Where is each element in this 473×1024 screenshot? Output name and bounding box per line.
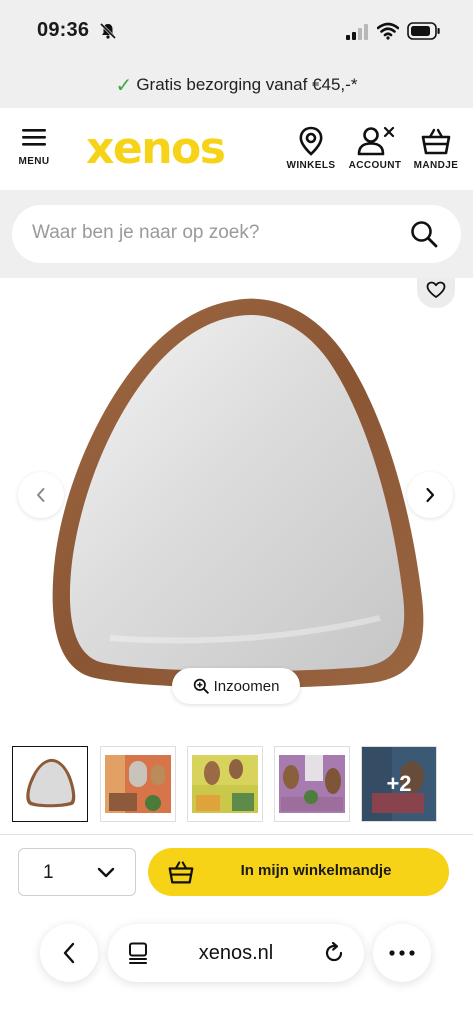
next-image-button[interactable] — [407, 472, 453, 518]
search-zone — [0, 190, 473, 278]
previous-image-button[interactable] — [18, 472, 64, 518]
status-time: 09:36 — [37, 19, 90, 41]
divider — [0, 834, 473, 835]
more-dots-icon — [389, 950, 415, 956]
basket-icon — [168, 861, 194, 884]
thumbnail-room-purple-image — [275, 747, 349, 821]
thumbnail-strip: +2 — [0, 730, 473, 834]
chevron-left-icon — [63, 942, 75, 964]
chevron-left-icon — [37, 488, 45, 502]
browser-more-button[interactable] — [373, 924, 431, 982]
thumbnail-room-orange-image — [101, 747, 175, 821]
search-input[interactable] — [32, 222, 392, 244]
thumbnail-room-yellow-image — [188, 747, 262, 821]
promo-banner: ✓ Gratis bezorging vanaf €45,-* — [0, 62, 473, 108]
zoom-button[interactable]: Inzoomen — [172, 668, 300, 704]
stores-button[interactable]: WINKELS — [284, 126, 338, 171]
browser-back-button[interactable] — [40, 924, 98, 982]
more-images-count: +2 — [362, 747, 436, 821]
product-image-mirror — [52, 298, 424, 688]
location-pin-icon — [299, 126, 323, 156]
promo-text: Gratis bezorging vanaf €45,-* — [136, 75, 358, 94]
checkmark-icon: ✓ — [115, 73, 133, 97]
wifi-icon — [377, 22, 399, 40]
xenos-logo[interactable]: xenos — [86, 124, 226, 174]
account-label: ACCOUNT — [348, 160, 402, 171]
thumbnail-mirror-image — [13, 747, 87, 821]
quantity-value: 1 — [43, 862, 54, 883]
thumbnail-2[interactable] — [100, 746, 176, 822]
signal-icon — [346, 24, 368, 40]
zoom-in-icon — [193, 678, 209, 694]
stores-label: WINKELS — [286, 160, 336, 171]
status-bar: 09:36 — [0, 0, 473, 62]
quantity-select[interactable]: 1 — [18, 848, 136, 896]
menu-label: MENU — [18, 156, 50, 167]
thumbnail-more[interactable]: +2 — [361, 746, 437, 822]
basket-icon — [421, 128, 451, 155]
zoom-label: Inzoomen — [213, 677, 280, 695]
chevron-right-icon — [426, 487, 435, 503]
thumbnail-3[interactable] — [187, 746, 263, 822]
browser-toolbar: xenos.nl — [0, 906, 473, 1024]
account-button[interactable]: ACCOUNT — [345, 126, 405, 171]
bell-muted-icon — [99, 22, 117, 40]
site-header: MENU xenos WINKELS ACCOUNT MANDJE — [0, 108, 473, 190]
hamburger-icon — [22, 129, 46, 146]
menu-button[interactable]: MENU — [16, 126, 52, 167]
cart-button[interactable]: MANDJE — [411, 126, 461, 171]
product-gallery[interactable]: Inzoomen — [0, 278, 473, 730]
reload-icon[interactable] — [322, 941, 346, 965]
search-icon[interactable] — [409, 219, 439, 249]
address-bar[interactable]: xenos.nl — [108, 924, 364, 982]
add-to-cart-label: In mijn winkelmandje — [240, 862, 392, 879]
thumbnail-1[interactable] — [12, 746, 88, 822]
thumbnail-4[interactable] — [274, 746, 350, 822]
cart-label: MANDJE — [413, 160, 459, 171]
chevron-down-icon — [97, 867, 115, 878]
add-to-cart-button[interactable]: In mijn winkelmandje — [148, 848, 449, 896]
battery-icon — [407, 22, 440, 40]
account-logged-out-icon — [357, 126, 395, 156]
search-box[interactable] — [12, 205, 461, 263]
heart-icon — [426, 281, 446, 298]
